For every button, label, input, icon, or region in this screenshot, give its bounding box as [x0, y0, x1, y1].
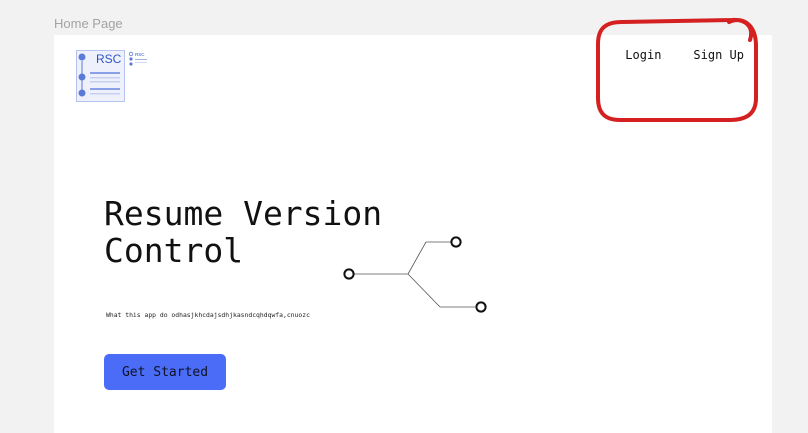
- logo-node-icon: [78, 73, 86, 81]
- logo-line: [90, 81, 120, 83]
- home-page-frame: RSC RSC Login Sign Up Resume Version Con…: [54, 35, 772, 433]
- logo-line: [90, 93, 120, 95]
- logo-line: [90, 88, 120, 90]
- logo-small-line: [135, 59, 147, 60]
- branch-bottom-node-icon: [475, 301, 487, 313]
- logo-small-node-icon: [129, 57, 133, 61]
- hero-description: What this app do odhasjkhcdajsdhjkasndcq…: [106, 311, 310, 319]
- logo-small-line: [135, 62, 147, 63]
- logo-small-text: RSC: [135, 52, 145, 57]
- branch-top-node-icon: [450, 236, 462, 248]
- login-link[interactable]: Login: [625, 48, 661, 62]
- logo-node-icon: [78, 53, 86, 61]
- top-nav: Login Sign Up: [625, 48, 744, 62]
- frame-label: Home Page: [54, 16, 123, 31]
- branch-start-node-icon: [343, 268, 355, 280]
- branch-down-line: [407, 273, 441, 308]
- logo-line: [90, 72, 120, 74]
- get-started-button[interactable]: Get Started: [104, 354, 226, 390]
- version-branch-illustration: [343, 236, 487, 313]
- logo-small-node-icon: [128, 51, 134, 57]
- logo-text: RSC: [96, 52, 122, 66]
- logo-node-icon: [78, 89, 86, 97]
- sign-up-link[interactable]: Sign Up: [693, 48, 744, 62]
- app-logo[interactable]: RSC RSC: [76, 50, 152, 102]
- hero-title-line1: Resume Version: [104, 194, 383, 233]
- logo-small-node-icon: [129, 62, 133, 66]
- branch-up-line: [407, 241, 427, 275]
- logo-line: [90, 77, 120, 79]
